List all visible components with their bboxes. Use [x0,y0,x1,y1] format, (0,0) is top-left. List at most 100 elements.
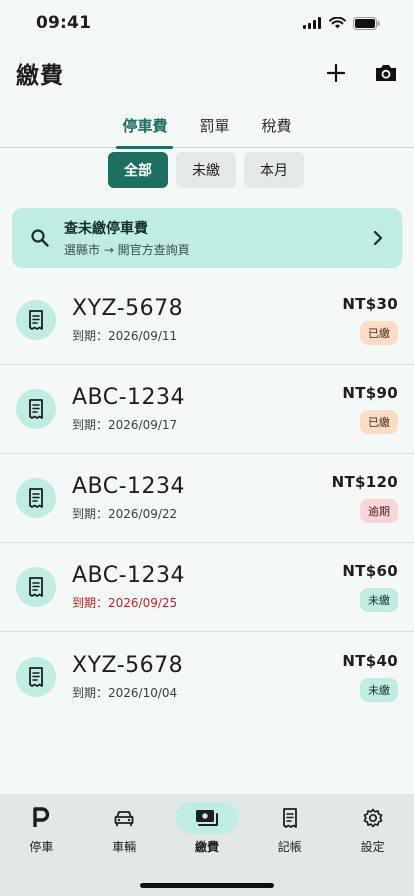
tab-label: 停車費 [122,117,168,135]
nav-item-parking[interactable]: 停車 [6,802,76,896]
lookup-text: 查未繳停車費 選縣市 → 開官方查詢頁 [64,218,372,258]
nav-label: 設定 [360,840,385,854]
plus-icon [326,63,346,83]
payment-row[interactable]: XYZ-5678 到期：2026/10/04 NT$40 未繳 [0,632,414,721]
due-date: 到期：2026/09/22 [72,505,332,522]
status-badge: 未繳 [360,677,398,702]
due-value: 2026/09/17 [108,418,178,432]
unpaid-lookup-card[interactable]: 查未繳停車費 選縣市 → 開官方查詢頁 [12,208,402,268]
nav-label: 車輛 [112,840,137,854]
payment-info: ABC-1234 到期：2026/09/22 [72,474,332,522]
status-badge: 逾期 [360,499,398,523]
wifi-icon [329,17,346,29]
due-value: 2026/09/22 [108,507,178,521]
due-label: 到期： [72,507,109,521]
plate-number: XYZ-5678 [72,652,184,678]
nav-label: 繳費 [194,840,219,854]
amount: NT$30 [342,295,398,313]
receipt-icon [16,478,56,518]
nav-label: 停車 [29,840,54,854]
payment-side: NT$30 已繳 [342,295,398,345]
due-date: 到期：2026/09/17 [72,416,342,433]
nav-pill [174,802,239,834]
payment-info: XYZ-5678 到期：2026/09/11 [72,296,342,344]
payment-icon [195,810,218,826]
due-date: 到期：2026/10/04 [72,684,342,701]
plate-number: ABC-1234 [72,385,186,410]
chevron-right-icon [373,230,383,246]
due-value: 2026/09/25 [108,596,178,610]
tab-taxes[interactable]: 稅費 [246,108,308,148]
payment-info: XYZ-5678 到期：2026/10/04 [72,653,342,701]
payment-info: ABC-1234 到期：2026/09/17 [72,385,342,433]
payment-info: ABC-1234 到期：2026/09/25 [72,563,342,611]
amount: NT$40 [342,651,398,670]
due-value: 2026/10/04 [108,685,178,700]
payment-row[interactable]: XYZ-5678 到期：2026/09/11 NT$30 已繳 [0,276,414,365]
nav-item-vehicles[interactable]: 車輛 [89,802,159,896]
amount: NT$60 [342,562,398,580]
lookup-title: 查未繳停車費 [64,221,148,237]
due-value: 2026/09/11 [108,329,178,343]
plate-number: XYZ-5678 [72,296,184,321]
due-label: 到期： [72,329,109,343]
due-date: 到期：2026/09/25 [72,594,342,611]
bottom-nav: 停車 車輛 繳費 記帳 設定 [0,794,414,896]
payment-list: XYZ-5678 到期：2026/09/11 NT$30 已繳 ABC-1234… [0,276,414,721]
status-icons [303,16,380,30]
nav-item-settings[interactable]: 設定 [338,802,408,896]
status-time: 09:41 [36,13,92,33]
camera-icon [376,65,396,81]
nav-pill [341,802,405,834]
tab-label: 罰單 [199,117,230,135]
car-icon [114,811,134,827]
tab-parking-fee[interactable]: 停車費 [106,108,183,149]
payment-row[interactable]: ABC-1234 到期：2026/09/17 NT$90 已繳 [0,365,414,454]
due-date: 到期：2026/09/11 [72,327,342,344]
payment-row[interactable]: ABC-1234 到期：2026/09/25 NT$60 未繳 [0,543,414,632]
filter-this-month-chip[interactable]: 本月 [244,152,304,188]
nav-pill [9,802,73,834]
payment-side: NT$60 未繳 [342,562,398,612]
nav-pill [258,802,322,834]
nav-label: 記帳 [277,840,302,854]
home-indicator[interactable] [140,883,274,888]
receipt-icon [16,389,56,429]
receipt-icon [282,808,297,828]
due-label: 到期： [72,685,109,700]
tab-tickets[interactable]: 罰單 [183,108,245,148]
filter-all-chip[interactable]: 全部 [108,152,168,188]
cellular-signal-icon [303,17,321,29]
search-icon [31,229,49,247]
nav-item-ledger[interactable]: 記帳 [255,802,325,896]
status-badge: 已繳 [360,321,398,345]
plate-number: ABC-1234 [72,563,186,588]
status-badge: 未繳 [360,588,398,612]
due-label: 到期： [72,418,109,432]
add-button[interactable] [322,59,350,87]
due-label: 到期： [72,596,109,610]
filter-chips: 全部 未繳 本月 [108,152,304,188]
receipt-icon [16,567,56,607]
payment-row[interactable]: ABC-1234 到期：2026/09/22 NT$120 逾期 [0,454,414,543]
amount: NT$90 [342,384,398,402]
battery-icon [353,16,380,30]
plate-number: ABC-1234 [72,474,186,499]
app-header: 繳費 [0,46,414,100]
tab-label: 稅費 [261,117,292,135]
lookup-subtitle: 選縣市 → 開官方查詢頁 [64,243,190,257]
payment-side: NT$120 逾期 [332,473,398,523]
parking-icon [33,807,50,827]
filter-unpaid-chip[interactable]: 未繳 [176,152,236,188]
camera-button[interactable] [372,59,400,87]
page-title: 繳費 [16,63,64,89]
nav-item-payments[interactable]: 繳費 [172,802,242,896]
payment-side: NT$40 未繳 [342,652,398,702]
header-actions [322,59,400,87]
payment-side: NT$90 已繳 [342,384,398,434]
receipt-icon [16,656,56,697]
tab-bar: 停車費 罰單 稅費 [0,108,414,149]
receipt-icon [16,300,56,340]
status-badge: 已繳 [360,410,398,434]
amount: NT$120 [331,473,398,491]
